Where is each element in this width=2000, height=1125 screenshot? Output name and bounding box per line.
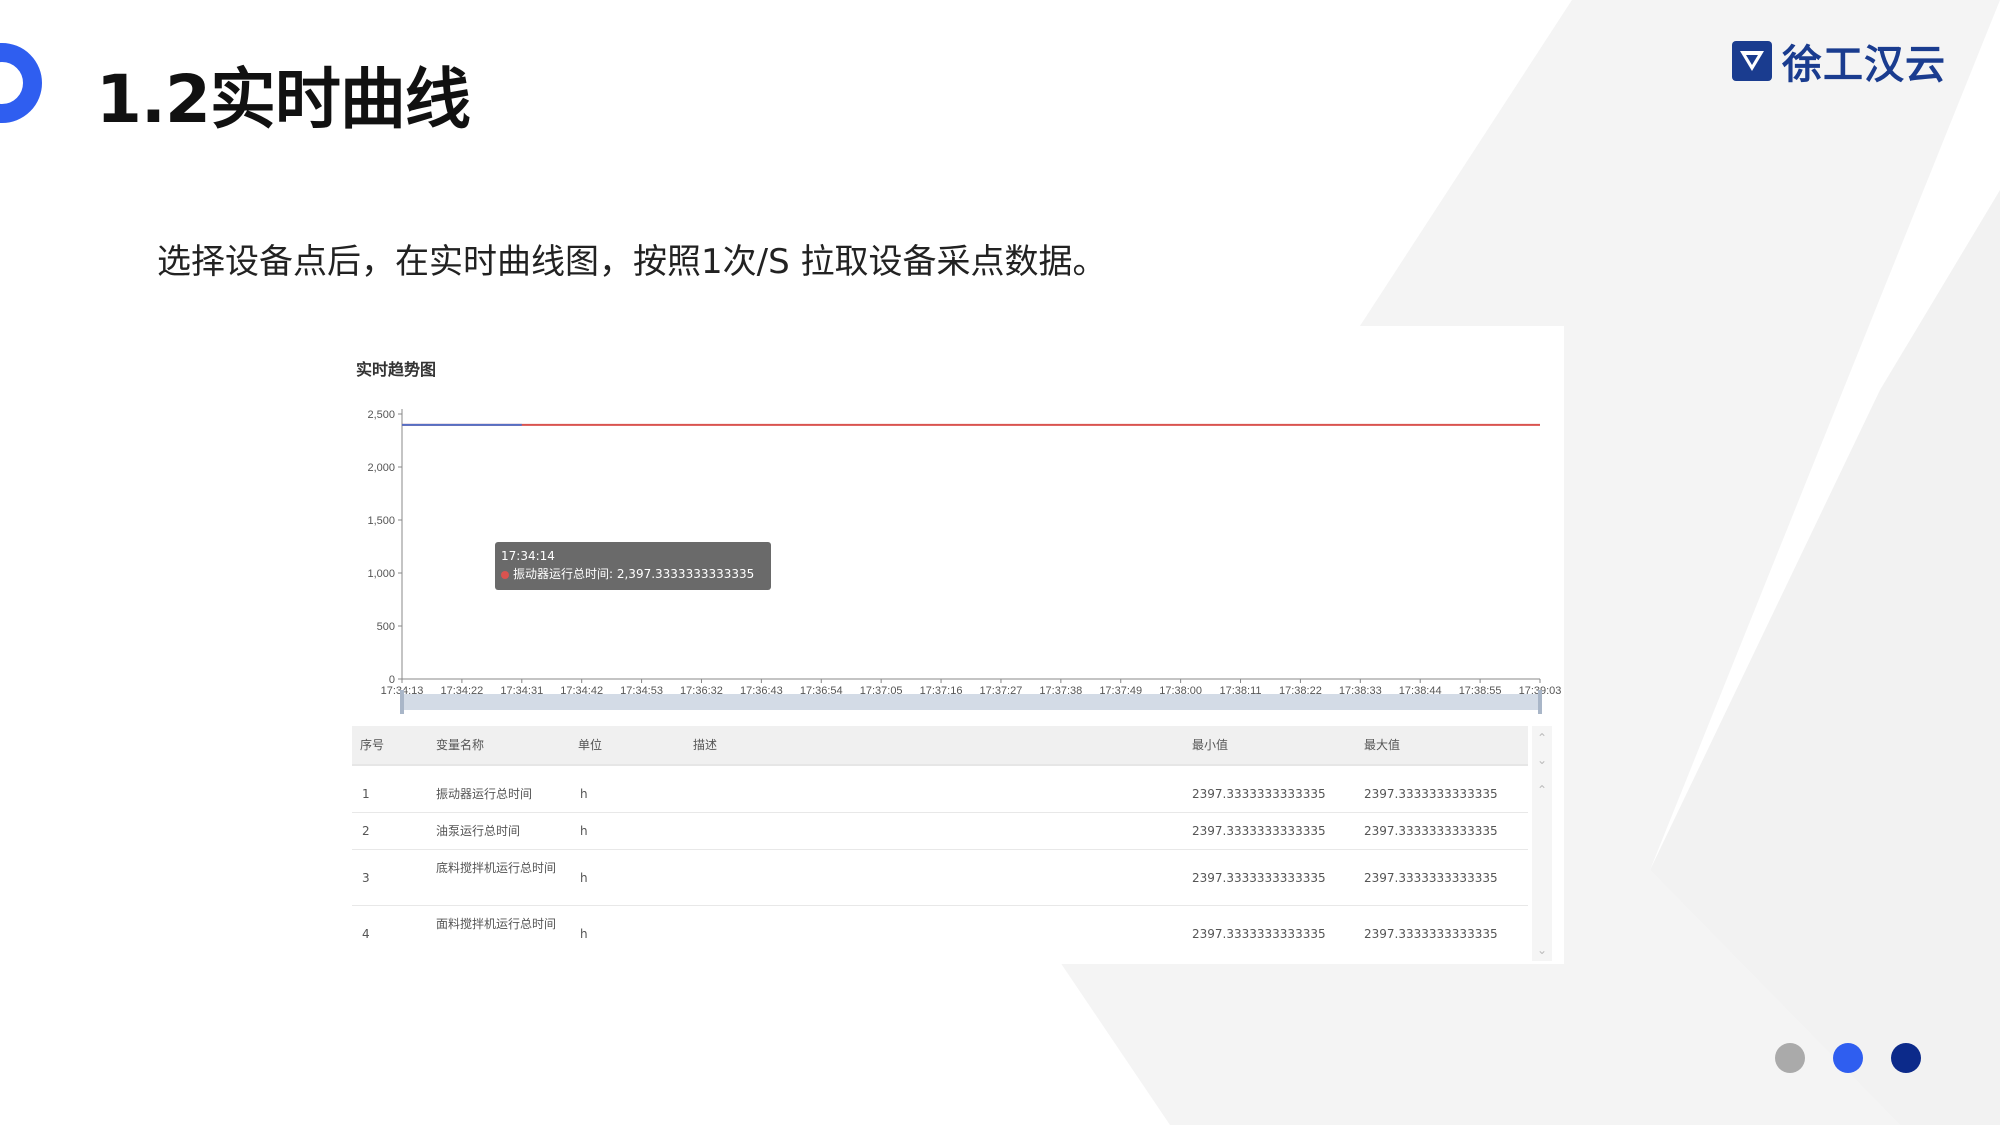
row-index: 1 — [362, 787, 370, 801]
header-unit[interactable]: 单位 — [578, 737, 602, 753]
data-zoom-slider — [402, 694, 1540, 710]
series-dot-icon — [501, 570, 509, 579]
row-max: 2397.3333333333335 — [1364, 787, 1498, 801]
table-row[interactable]: 4 面料搅拌机运行总时间 h 2397.3333333333335 2397.3… — [352, 906, 1528, 961]
row-unit: h — [580, 871, 588, 885]
row-min: 2397.3333333333335 — [1192, 871, 1326, 885]
chevron-down-icon[interactable]: ⌄ — [1536, 944, 1548, 956]
row-unit: h — [580, 787, 588, 801]
tooltip-time: 17:34:14 — [501, 549, 555, 563]
row-unit: h — [580, 824, 588, 838]
logo-text: 徐工汉云 — [1782, 42, 1946, 88]
chevron-down-icon[interactable]: ⌄ — [1536, 754, 1548, 766]
data-zoom-handle-right — [1538, 690, 1542, 714]
row-unit: h — [580, 927, 588, 941]
slide-subtitle: 选择设备点后，在实时曲线图，按照1次/S 拉取设备采点数据。 — [157, 242, 1107, 282]
row-index: 3 — [362, 871, 370, 885]
chevron-up-icon[interactable]: ⌃ — [1536, 732, 1548, 744]
variable-table: 序号 变量名称 单位 描述 最小值 最大值 1 振动器运行总时间 h 2397.… — [352, 726, 1552, 961]
y-tick-label: 500 — [377, 621, 395, 633]
realtime-chart-panel: 实时趋势图 05001,0001,5002,0002,50017:34:1317… — [352, 326, 1564, 964]
header-name[interactable]: 变量名称 — [436, 737, 484, 753]
y-tick-label: 1,500 — [367, 515, 395, 527]
row-name: 面料搅拌机运行总时间 — [436, 917, 557, 931]
row-min: 2397.3333333333335 — [1192, 824, 1326, 838]
row-min: 2397.3333333333335 — [1192, 927, 1326, 941]
pager-dot-blue — [1833, 1043, 1863, 1073]
data-zoom-handle-left — [400, 690, 404, 714]
realtime-line-chart[interactable]: 05001,0001,5002,0002,50017:34:1317:34:22… — [352, 326, 1564, 726]
row-name: 油泵运行总时间 — [436, 824, 521, 838]
slide-title: 1.2实时曲线 — [96, 61, 471, 138]
row-min: 2397.3333333333335 — [1192, 787, 1326, 801]
table-row[interactable]: 3 底料搅拌机运行总时间 h 2397.3333333333335 2397.3… — [352, 850, 1528, 906]
header-desc[interactable]: 描述 — [693, 737, 717, 753]
header-min[interactable]: 最小值 — [1192, 737, 1228, 753]
table-header: 序号 变量名称 单位 描述 最小值 最大值 — [352, 726, 1528, 766]
pager-dot-gray — [1775, 1043, 1805, 1073]
xcmg-logo-icon — [1732, 41, 1772, 81]
table-row[interactable]: 2 油泵运行总时间 h 2397.3333333333335 2397.3333… — [352, 813, 1528, 850]
header-max[interactable]: 最大值 — [1364, 737, 1400, 753]
row-index: 4 — [362, 927, 370, 941]
table-scrollbar[interactable]: ⌃ ⌄ ⌃ ⌄ — [1532, 726, 1552, 961]
y-tick-label: 2,500 — [367, 409, 395, 421]
chart-tooltip: 17:34:14 振动器运行总时间: 2,397.3333333333335 — [495, 542, 771, 590]
row-max: 2397.3333333333335 — [1364, 927, 1498, 941]
chevron-up-icon[interactable]: ⌃ — [1536, 784, 1548, 796]
y-tick-label: 2,000 — [367, 462, 395, 474]
brand-logo: 徐工汉云 — [1730, 36, 1946, 88]
header-index[interactable]: 序号 — [360, 737, 384, 753]
row-name: 振动器运行总时间 — [436, 787, 533, 801]
row-index: 2 — [362, 824, 370, 838]
row-name: 底料搅拌机运行总时间 — [436, 861, 557, 875]
table-row[interactable]: 1 振动器运行总时间 h 2397.3333333333335 2397.333… — [352, 776, 1528, 813]
pager-dot-navy — [1891, 1043, 1921, 1073]
row-max: 2397.3333333333335 — [1364, 824, 1498, 838]
y-tick-label: 1,000 — [367, 568, 395, 580]
tooltip-value: 振动器运行总时间: 2,397.3333333333335 — [513, 567, 755, 581]
row-max: 2397.3333333333335 — [1364, 871, 1498, 885]
